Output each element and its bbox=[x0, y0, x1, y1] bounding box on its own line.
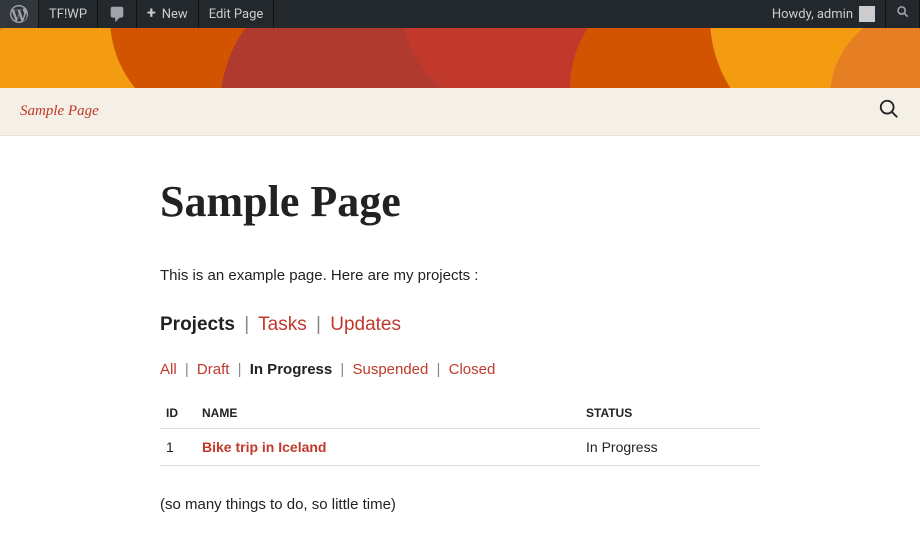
header-name: NAME bbox=[196, 398, 580, 429]
cell-name: Bike trip in Iceland bbox=[196, 429, 580, 466]
filter-sep: | bbox=[437, 361, 441, 378]
header-status: STATUS bbox=[580, 398, 760, 429]
section-tabs: Projects | Tasks | Updates bbox=[160, 314, 760, 336]
header-id: ID bbox=[160, 398, 196, 429]
greeting-label: Howdy, admin bbox=[772, 7, 853, 22]
new-content-link[interactable]: + New bbox=[137, 0, 199, 28]
admin-bar: TF!WP + New Edit Page Howdy, admin bbox=[0, 0, 920, 28]
tab-updates[interactable]: Updates bbox=[330, 314, 401, 335]
plus-icon: + bbox=[147, 5, 156, 21]
site-name-link[interactable]: TF!WP bbox=[39, 0, 98, 28]
cell-id: 1 bbox=[160, 429, 196, 466]
comment-icon bbox=[108, 5, 126, 23]
tab-sep: | bbox=[316, 314, 321, 335]
tab-tasks[interactable]: Tasks bbox=[258, 314, 307, 335]
cell-status: In Progress bbox=[580, 429, 760, 466]
table-header-row: ID NAME STATUS bbox=[160, 398, 760, 429]
search-icon bbox=[895, 4, 911, 24]
outro-text: (so many things to do, so little time) bbox=[160, 496, 760, 513]
adminbar-search[interactable] bbox=[886, 0, 920, 28]
wordpress-icon bbox=[10, 5, 28, 23]
nav-search-toggle[interactable] bbox=[878, 98, 900, 125]
intro-text: This is an example page. Here are my pro… bbox=[160, 267, 760, 284]
tab-sep: | bbox=[244, 314, 249, 335]
header-banner bbox=[0, 28, 920, 88]
filter-sep: | bbox=[340, 361, 344, 378]
wp-logo[interactable] bbox=[0, 0, 39, 28]
filter-draft[interactable]: Draft bbox=[197, 361, 230, 378]
new-label: New bbox=[162, 7, 188, 22]
filter-all[interactable]: All bbox=[160, 361, 177, 378]
edit-page-link[interactable]: Edit Page bbox=[199, 0, 275, 28]
comments-link[interactable] bbox=[98, 0, 137, 28]
tab-projects[interactable]: Projects bbox=[160, 314, 235, 335]
site-name-label: TF!WP bbox=[49, 7, 87, 22]
edit-label: Edit Page bbox=[209, 7, 264, 22]
page-title: Sample Page bbox=[160, 176, 760, 227]
filter-sep: | bbox=[238, 361, 242, 378]
main-content: Sample Page This is an example page. Her… bbox=[160, 176, 760, 513]
status-filters: All | Draft | In Progress | Suspended | … bbox=[160, 361, 760, 378]
filter-sep: | bbox=[185, 361, 189, 378]
search-icon bbox=[878, 108, 900, 124]
filter-in-progress[interactable]: In Progress bbox=[250, 361, 333, 378]
filter-suspended[interactable]: Suspended bbox=[352, 361, 428, 378]
nav-sample-page-link[interactable]: Sample Page bbox=[20, 103, 99, 120]
avatar bbox=[859, 6, 875, 22]
filter-closed[interactable]: Closed bbox=[449, 361, 496, 378]
project-link[interactable]: Bike trip in Iceland bbox=[202, 439, 326, 455]
projects-table: ID NAME STATUS 1 Bike trip in Iceland In… bbox=[160, 398, 760, 466]
account-link[interactable]: Howdy, admin bbox=[762, 0, 886, 28]
site-nav: Sample Page bbox=[0, 88, 920, 136]
table-row: 1 Bike trip in Iceland In Progress bbox=[160, 429, 760, 466]
